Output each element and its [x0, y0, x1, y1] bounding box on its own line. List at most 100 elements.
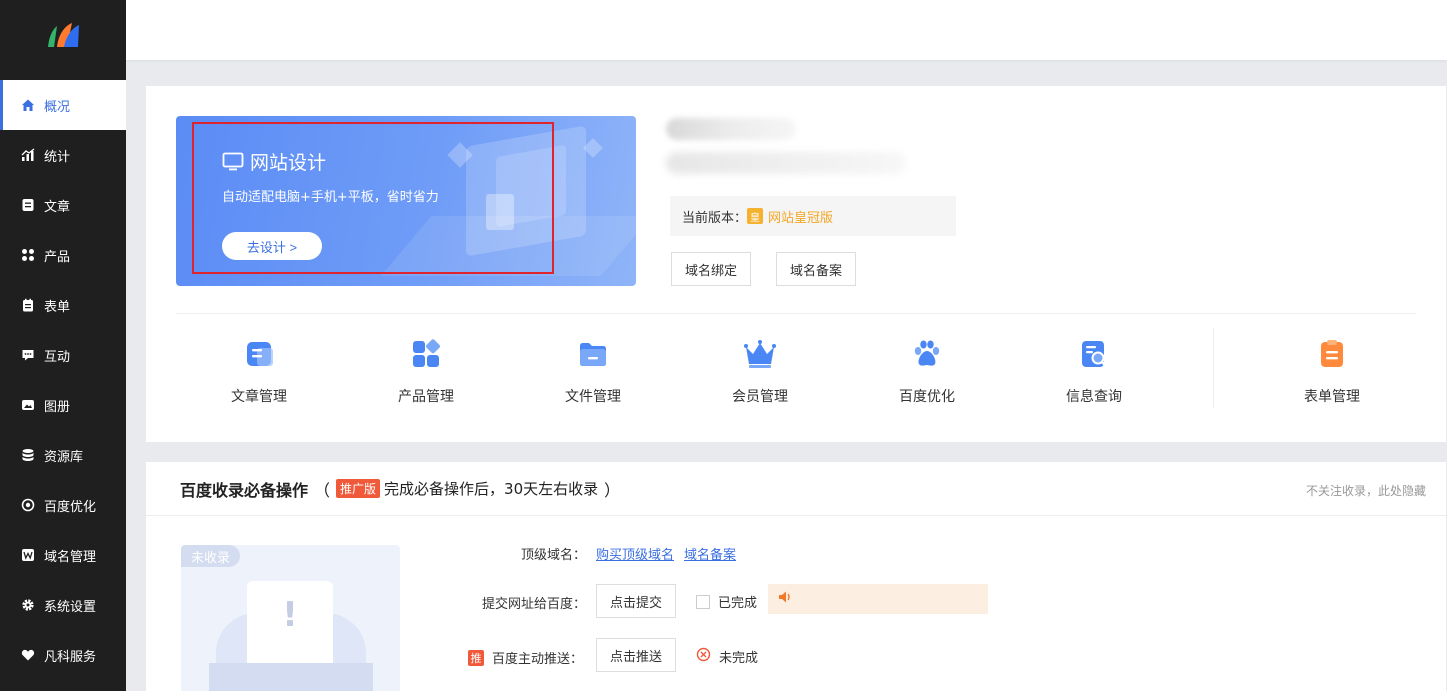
promo-version-tag: 推广版	[336, 479, 381, 498]
close-circle-icon	[696, 647, 711, 666]
sidebar-item-stats[interactable]: 统计	[0, 130, 126, 180]
chat-icon	[20, 347, 36, 363]
article-icon	[20, 197, 36, 213]
sidebar-item-label: 文章	[44, 199, 71, 215]
domain-icon	[20, 547, 36, 563]
paren-open: （	[314, 480, 331, 500]
home-icon	[20, 97, 36, 113]
completed-checkbox[interactable]	[696, 594, 710, 609]
website-design-banner[interactable]: 网站设计 自动适配电脑+手机+平板，省时省力 去设计 >	[176, 116, 636, 286]
baidu-push-label-row: 推 百度主动推送：	[468, 648, 583, 667]
stats-icon	[20, 147, 36, 163]
baidu-indexing-panel: 百度收录必备操作 （ 推广版 完成必备操作后，30天左右收录 ） 不关注收录，此…	[146, 462, 1446, 691]
vertical-divider	[1213, 328, 1214, 408]
database-icon	[20, 447, 36, 463]
section-divider	[176, 313, 1416, 314]
logo-icon	[48, 23, 79, 47]
hide-section-link[interactable]: 不关注收录，此处隐藏	[1306, 482, 1426, 499]
product-icon	[20, 247, 36, 263]
push-badge: 推	[468, 649, 484, 666]
info-search-icon	[1076, 336, 1112, 372]
completed-label: 已完成	[718, 596, 758, 611]
top-bar	[126, 0, 1447, 60]
tool-label: 产品管理	[398, 389, 454, 405]
tool-label: 会员管理	[732, 389, 788, 405]
site-name-blurred	[666, 118, 796, 140]
submit-button[interactable]: 点击提交	[596, 584, 676, 618]
tool-baidu-seo[interactable]: 百度优化	[867, 336, 987, 406]
sidebar-item-label: 资源库	[44, 449, 84, 465]
completed-checkbox-row[interactable]: 已完成	[696, 592, 757, 611]
highlight-annotation-box	[192, 122, 554, 274]
tool-label: 文章管理	[231, 389, 287, 405]
sidebar-item-label: 凡科服务	[44, 649, 97, 665]
warning-paper: !	[247, 581, 333, 671]
domain-icp-link[interactable]: 域名备案	[684, 544, 736, 563]
site-url-blurred	[666, 152, 906, 174]
sidebar-item-product[interactable]: 产品	[0, 230, 126, 280]
tool-form-manage[interactable]: 表单管理	[1272, 336, 1392, 406]
form-manage-icon	[1314, 336, 1350, 372]
heart-icon	[20, 647, 36, 663]
album-icon	[20, 397, 36, 413]
sidebar-item-resources[interactable]: 资源库	[0, 430, 126, 480]
domain-icp-button[interactable]: 域名备案	[776, 252, 856, 286]
panel-note: 完成必备操作后，30天左右收录	[384, 480, 599, 498]
sidebar-item-article[interactable]: 文章	[0, 180, 126, 230]
exclamation-icon: !	[282, 595, 298, 635]
gear-icon	[20, 597, 36, 613]
sidebar-item-label: 图册	[44, 399, 71, 415]
version-info: 当前版本： 皇 网站皇冠版	[670, 196, 956, 236]
tool-label: 文件管理	[565, 389, 621, 405]
not-completed-label: 未完成	[719, 651, 759, 666]
envelope-front	[209, 663, 373, 691]
sidebar-item-label: 统计	[44, 149, 71, 165]
sidebar-item-label: 系统设置	[44, 599, 97, 615]
sidebar-item-label: 百度优化	[44, 499, 97, 515]
not-completed-status: 未完成	[696, 647, 758, 666]
member-crown-icon	[742, 336, 778, 372]
domain-bind-button[interactable]: 域名绑定	[671, 252, 751, 286]
sidebar-item-label: 概况	[44, 99, 71, 115]
tool-info-search[interactable]: 信息查询	[1034, 336, 1154, 406]
product-manage-icon	[408, 336, 444, 372]
panel-header: 百度收录必备操作 （ 推广版 完成必备操作后，30天左右收录 ）	[146, 462, 1446, 516]
sidebar-item-label: 域名管理	[44, 549, 97, 565]
sidebar-item-label: 产品	[44, 249, 71, 265]
sidebar-item-album[interactable]: 图册	[0, 380, 126, 430]
tool-label: 表单管理	[1304, 389, 1360, 405]
tool-label: 信息查询	[1066, 389, 1122, 405]
tool-label: 百度优化	[899, 389, 955, 405]
article-manage-icon	[241, 336, 277, 372]
overview-panel: 网站设计 自动适配电脑+手机+平板，省时省力 去设计 > 当前版本： 皇 网站皇…	[146, 86, 1446, 442]
speaker-icon	[778, 590, 794, 608]
tool-product-manage[interactable]: 产品管理	[366, 336, 486, 406]
sidebar-item-label: 表单	[44, 299, 71, 315]
baidu-push-label: 百度主动推送：	[492, 652, 584, 667]
buy-domain-link[interactable]: 购买顶级域名	[596, 544, 674, 563]
sidebar-item-form[interactable]: 表单	[0, 280, 126, 330]
tool-member-manage[interactable]: 会员管理	[700, 336, 820, 406]
panel-title: 百度收录必备操作	[180, 480, 309, 500]
sidebar-item-label: 互动	[44, 349, 71, 365]
seo-icon	[20, 497, 36, 513]
submit-url-label: 提交网址给百度：	[481, 597, 586, 612]
sidebar-item-service[interactable]: 凡科服务	[0, 630, 126, 680]
baidu-paw-icon	[909, 336, 945, 372]
app-logo[interactable]	[0, 0, 126, 70]
sidebar-item-settings[interactable]: 系统设置	[0, 580, 126, 630]
push-button[interactable]: 点击推送	[596, 638, 676, 672]
sidebar-item-interaction[interactable]: 互动	[0, 330, 126, 380]
tool-article-manage[interactable]: 文章管理	[199, 336, 319, 406]
paren-close: ）	[604, 480, 621, 500]
sidebar-item-overview[interactable]: 概况	[0, 80, 126, 130]
tool-file-manage[interactable]: 文件管理	[533, 336, 653, 406]
sidebar-item-seo[interactable]: 百度优化	[0, 480, 126, 530]
sidebar: 概况 统计 文章 产品 表单 互动 图册 资源库 百度优化 域名管理 系统设置 …	[0, 0, 126, 691]
sidebar-item-domain[interactable]: 域名管理	[0, 530, 126, 580]
version-name[interactable]: 网站皇冠版	[768, 207, 833, 226]
crown-version-icon: 皇	[747, 208, 764, 224]
not-indexed-tag: 未收录	[181, 545, 241, 567]
top-domain-label: 顶级域名：	[520, 548, 586, 563]
file-manage-icon	[575, 336, 611, 372]
